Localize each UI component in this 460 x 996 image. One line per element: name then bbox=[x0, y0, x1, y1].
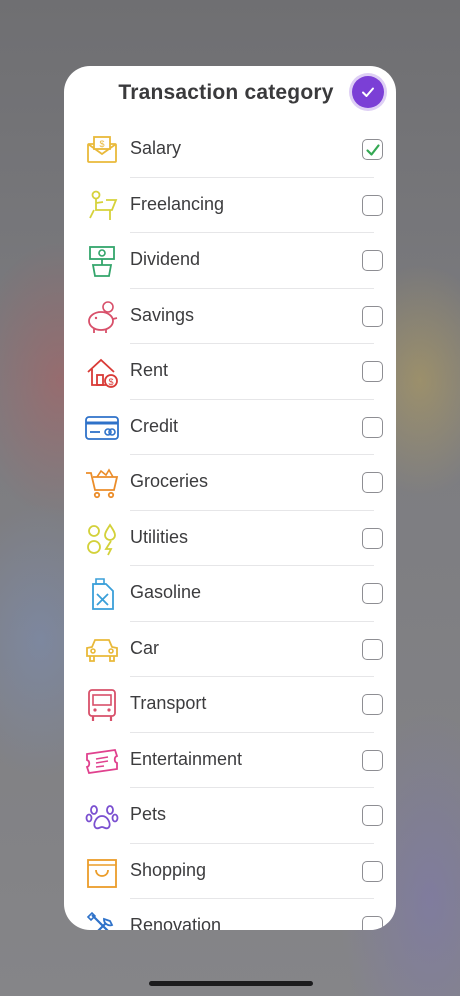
category-checkbox[interactable] bbox=[362, 694, 383, 715]
category-label: Renovation bbox=[130, 915, 222, 930]
category-checkbox[interactable] bbox=[362, 472, 383, 493]
category-label: Pets bbox=[130, 804, 167, 824]
category-row-credit[interactable]: Credit bbox=[64, 400, 396, 455]
car-icon bbox=[84, 632, 120, 668]
sheet-header: Transaction category bbox=[64, 66, 396, 122]
shopping-cart-icon bbox=[84, 465, 120, 501]
credit-card-icon bbox=[84, 410, 120, 446]
category-checkbox[interactable] bbox=[362, 416, 383, 438]
money-plant-icon bbox=[84, 243, 120, 279]
shopping-bag-icon bbox=[84, 854, 120, 890]
piggy-bank-icon bbox=[84, 299, 120, 335]
category-checkbox[interactable] bbox=[362, 805, 383, 826]
category-row-pets[interactable]: Pets bbox=[64, 788, 396, 844]
category-row-savings[interactable]: Savings bbox=[64, 289, 396, 344]
category-checkbox[interactable] bbox=[362, 305, 383, 327]
category-checkbox[interactable] bbox=[362, 638, 383, 660]
category-row-groceries[interactable]: Groceries bbox=[64, 455, 396, 511]
category-checkbox[interactable] bbox=[362, 860, 383, 882]
category-row-freelancing[interactable]: Freelancing bbox=[64, 178, 396, 233]
category-row-car[interactable]: Car bbox=[64, 622, 396, 677]
category-checkbox[interactable] bbox=[362, 916, 383, 930]
checkmark-icon bbox=[365, 143, 380, 156]
category-row-salary[interactable]: $ Salary bbox=[64, 122, 396, 178]
category-label: Shopping bbox=[130, 859, 207, 880]
category-label: Freelancing bbox=[130, 193, 225, 214]
tools-icon bbox=[84, 909, 120, 930]
category-checkbox[interactable] bbox=[362, 194, 383, 216]
ticket-icon bbox=[84, 743, 120, 779]
paw-icon bbox=[84, 798, 120, 834]
category-label: Salary bbox=[130, 138, 182, 158]
category-row-renovation[interactable]: Renovation bbox=[64, 899, 396, 930]
category-row-entertainment[interactable]: Entertainment bbox=[64, 733, 396, 788]
checkmark-icon bbox=[362, 87, 374, 97]
category-label: Dividend bbox=[130, 249, 201, 269]
freelancer-desk-icon bbox=[84, 188, 120, 224]
category-label: Rent bbox=[130, 360, 169, 380]
house-dollar-icon: $ bbox=[84, 354, 120, 390]
category-label: Credit bbox=[130, 415, 179, 436]
category-row-transport[interactable]: Transport bbox=[64, 677, 396, 733]
category-row-gasoline[interactable]: Gasoline bbox=[64, 566, 396, 622]
home-indicator bbox=[149, 981, 313, 986]
sheet-title: Transaction category bbox=[118, 81, 334, 104]
fuel-canister-icon bbox=[84, 576, 120, 612]
category-row-shopping[interactable]: Shopping bbox=[64, 844, 396, 899]
category-row-rent[interactable]: $ Rent bbox=[64, 344, 396, 400]
category-checkbox[interactable] bbox=[362, 527, 383, 549]
category-label: Groceries bbox=[130, 471, 209, 491]
svg-text:$: $ bbox=[99, 139, 104, 149]
category-row-utilities[interactable]: Utilities bbox=[64, 511, 396, 566]
salary-envelope-icon: $ bbox=[84, 132, 120, 168]
category-sheet: Transaction category $ Salary Freelancing D… bbox=[64, 66, 396, 930]
category-label: Transport bbox=[130, 693, 207, 713]
category-label: Savings bbox=[130, 304, 195, 325]
category-checkbox[interactable] bbox=[362, 139, 383, 160]
category-label: Utilities bbox=[130, 526, 189, 547]
category-checkbox[interactable] bbox=[362, 749, 383, 771]
category-row-dividend[interactable]: Dividend bbox=[64, 233, 396, 289]
category-list: $ Salary Freelancing Dividend Savings $ Rent Cr… bbox=[64, 122, 396, 930]
confirm-button[interactable] bbox=[352, 76, 384, 108]
bus-icon bbox=[84, 687, 120, 723]
category-checkbox[interactable] bbox=[362, 250, 383, 271]
category-label: Gasoline bbox=[130, 582, 202, 602]
svg-text:$: $ bbox=[108, 377, 113, 387]
category-checkbox[interactable] bbox=[362, 361, 383, 382]
category-checkbox[interactable] bbox=[362, 583, 383, 604]
category-label: Entertainment bbox=[130, 748, 243, 769]
category-label: Car bbox=[130, 637, 160, 658]
utilities-icon bbox=[84, 521, 120, 557]
